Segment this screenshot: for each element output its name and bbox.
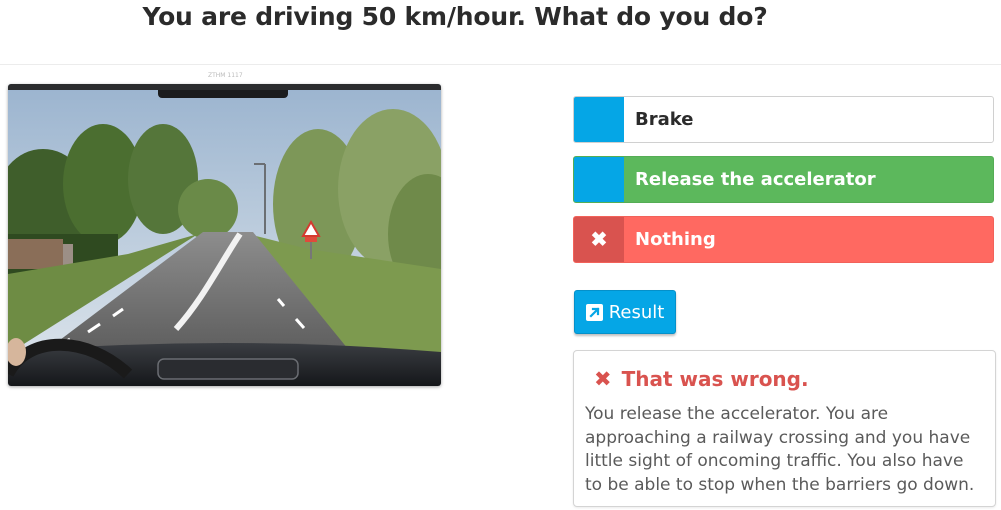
question-title: You are driving 50 km/hour. What do you … (142, 2, 768, 31)
answer-marker (574, 157, 624, 202)
external-link-icon (585, 303, 603, 321)
result-button-label: Result (608, 301, 665, 323)
driving-scene-image (8, 84, 441, 386)
photo-credit: ZTHM 1117 (208, 72, 243, 79)
answer-release-accelerator[interactable]: Release the accelerator (573, 156, 994, 203)
header-divider (0, 64, 1001, 65)
answer-brake[interactable]: Brake (573, 96, 994, 143)
feedback-title: ✖ That was wrong. (594, 367, 809, 391)
answer-label: Release the accelerator (635, 169, 876, 190)
wrong-x-icon: ✖ (574, 217, 624, 262)
feedback-title-text: That was wrong. (621, 367, 809, 391)
wrong-x-icon: ✖ (594, 367, 612, 391)
answer-nothing[interactable]: ✖ Nothing (573, 216, 994, 263)
feedback-panel: ✖ That was wrong. You release the accele… (573, 350, 996, 507)
answer-label: Nothing (635, 229, 716, 250)
feedback-explanation: You release the accelerator. You are app… (585, 404, 975, 495)
answer-marker (574, 97, 624, 142)
result-button[interactable]: Result (574, 290, 676, 334)
answer-label: Brake (635, 109, 694, 130)
